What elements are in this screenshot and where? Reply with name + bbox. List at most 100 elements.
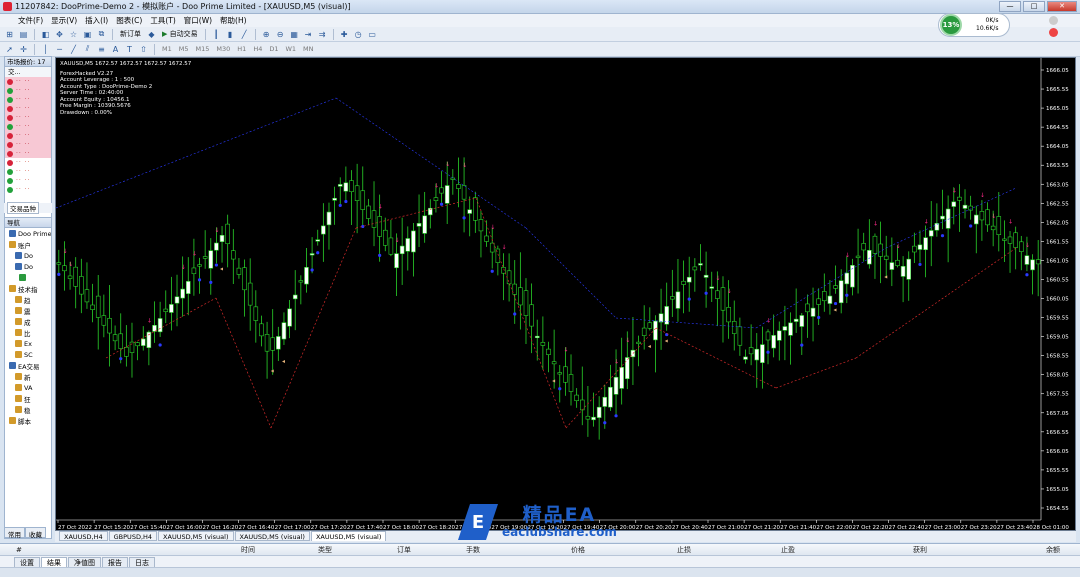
col-takeprofit[interactable]: 止盈 [781, 545, 795, 555]
minimize-button[interactable]: — [999, 1, 1021, 12]
col-stoploss[interactable]: 止损 [677, 545, 691, 555]
market-watch-row[interactable]: ·· ·· [5, 185, 51, 194]
profiles-icon[interactable]: ▤ [18, 29, 29, 40]
text-icon[interactable]: A [110, 44, 121, 55]
candle-chart-icon[interactable]: ▮ [225, 29, 236, 40]
menu-insert[interactable]: 插入(I) [85, 15, 108, 26]
templates-icon[interactable]: ▭ [367, 29, 378, 40]
trendline-icon[interactable]: ╱ [68, 44, 79, 55]
col-time[interactable]: 时间 [241, 545, 255, 555]
vertical-line-icon[interactable]: │ [40, 44, 51, 55]
arrows-icon[interactable]: ⇧ [138, 44, 149, 55]
navigator-item[interactable]: Do [5, 261, 51, 272]
menu-tools[interactable]: 工具(T) [150, 15, 175, 26]
col-type[interactable]: 类型 [318, 545, 332, 555]
chart-tab[interactable]: XAUUSD,H4 [59, 531, 108, 541]
timeframe-h1[interactable]: H1 [235, 45, 248, 53]
menu-window[interactable]: 窗口(W) [184, 15, 212, 26]
col-number[interactable]: # [16, 546, 22, 554]
col-order[interactable]: 订单 [397, 545, 411, 555]
price-chart[interactable]: 1666.05 1665.55 1665.05 1664.55 1664.05 1663.… [55, 57, 1076, 531]
chart-tab-active[interactable]: XAUUSD,M5 (visual) [310, 531, 387, 541]
market-watch-row[interactable]: ·· ·· [5, 140, 51, 149]
timeframe-m30[interactable]: M30 [214, 45, 232, 53]
channel-icon[interactable]: ⫽ [82, 44, 93, 55]
line-chart-icon[interactable]: ╱ [239, 29, 250, 40]
menu-view[interactable]: 显示(V) [51, 15, 77, 26]
navigator-item[interactable]: 趋 [5, 294, 51, 305]
market-watch-row[interactable]: ·· ·· [5, 176, 51, 185]
navigator-icon[interactable]: ☆ [68, 29, 79, 40]
market-watch-row[interactable]: ·· ·· [5, 104, 51, 113]
close-button[interactable]: ✕ [1047, 1, 1077, 12]
navigator-item[interactable]: 震 [5, 305, 51, 316]
tile-windows-icon[interactable]: ▦ [289, 29, 300, 40]
fibonacci-icon[interactable]: ≡ [96, 44, 107, 55]
new-chart-icon[interactable]: ⊞ [4, 29, 15, 40]
menu-help[interactable]: 帮助(H) [220, 15, 247, 26]
navigator-item[interactable]: 新 [5, 371, 51, 382]
maximize-button[interactable]: □ [1023, 1, 1045, 12]
auto-trading-button[interactable]: ▶ 自动交易 [160, 29, 200, 40]
col-profit[interactable]: 获利 [913, 545, 927, 555]
tester-icon[interactable]: ⧉ [96, 29, 107, 40]
navigator-item[interactable]: 比 [5, 327, 51, 338]
cursor-icon[interactable]: ➚ [4, 44, 15, 55]
navigator-item[interactable]: 稳 [5, 404, 51, 415]
terminal-icon[interactable]: ▣ [82, 29, 93, 40]
market-watch-row[interactable]: ·· ·· [5, 167, 51, 176]
market-watch-row[interactable]: ·· ·· [5, 77, 51, 86]
navigator-item[interactable]: 脚本 [5, 415, 51, 426]
timeframe-m1[interactable]: M1 [160, 45, 174, 53]
navigator-item[interactable]: Ex [5, 338, 51, 349]
timeframe-w1[interactable]: W1 [283, 45, 298, 53]
navigator-item[interactable] [5, 272, 51, 283]
bar-chart-icon[interactable]: ┃ [211, 29, 222, 40]
chart-tab[interactable]: XAUUSD,M5 (visual) [158, 531, 234, 541]
navigator-item[interactable]: 成 [5, 316, 51, 327]
market-watch-row[interactable]: ·· ·· [5, 158, 51, 167]
autoscroll-icon[interactable]: ⇉ [317, 29, 328, 40]
community-icon[interactable] [1049, 28, 1058, 37]
candlestick-chart[interactable]: 1666.05 1665.55 1665.05 1664.55 1664.05 1663.… [56, 58, 1077, 532]
col-balance[interactable]: 余额 [1046, 545, 1060, 555]
market-watch-row[interactable]: ·· ·· [5, 86, 51, 95]
market-watch-row[interactable]: ·· ·· [5, 122, 51, 131]
zoom-in-icon[interactable]: ⊕ [261, 29, 272, 40]
chart-shift-icon[interactable]: ⇥ [303, 29, 314, 40]
market-watch-icon[interactable]: ◧ [40, 29, 51, 40]
timeframe-mn[interactable]: MN [301, 45, 315, 53]
navigator-item[interactable]: EA交易 [5, 360, 51, 371]
navigator-item[interactable]: 账户 [5, 239, 51, 250]
periods-icon[interactable]: ◷ [353, 29, 364, 40]
market-watch-row[interactable]: ·· ·· [5, 95, 51, 104]
navigator-item[interactable]: 狂 [5, 393, 51, 404]
col-lots[interactable]: 手数 [466, 545, 480, 555]
timeframe-h4[interactable]: H4 [251, 45, 264, 53]
tab-common[interactable]: 常用 [4, 527, 25, 539]
crosshair-icon[interactable]: ✛ [18, 44, 29, 55]
navigator-item[interactable]: SC [5, 349, 51, 360]
col-price[interactable]: 价格 [571, 545, 585, 555]
market-watch-row[interactable]: ·· ·· [5, 113, 51, 122]
menu-chart[interactable]: 图表(C) [116, 15, 142, 26]
timeframe-m5[interactable]: M5 [177, 45, 191, 53]
tab-symbols[interactable]: 交易品种 [7, 202, 39, 214]
market-watch-row[interactable]: ·· ·· [5, 131, 51, 140]
menu-file[interactable]: 文件(F) [18, 15, 43, 26]
navigator-item[interactable]: Doo Prime [5, 228, 51, 239]
metaeditor-icon[interactable]: ◆ [146, 29, 157, 40]
new-order-button[interactable]: 新订单 [118, 29, 143, 40]
indicators-icon[interactable]: ✚ [339, 29, 350, 40]
timeframe-d1[interactable]: D1 [267, 45, 280, 53]
chart-tab[interactable]: XAUUSD,M5 (visual) [234, 531, 310, 541]
label-icon[interactable]: T [124, 44, 135, 55]
horizontal-line-icon[interactable]: ─ [54, 44, 65, 55]
help-icon[interactable] [1049, 16, 1058, 25]
tab-favorites[interactable]: 收藏 [25, 527, 46, 539]
chart-tab[interactable]: GBPUSD,H4 [108, 531, 158, 541]
navigator-item[interactable]: 技术指 [5, 283, 51, 294]
navigator-item[interactable]: VA [5, 382, 51, 393]
data-window-icon[interactable]: ✥ [54, 29, 65, 40]
zoom-out-icon[interactable]: ⊖ [275, 29, 286, 40]
